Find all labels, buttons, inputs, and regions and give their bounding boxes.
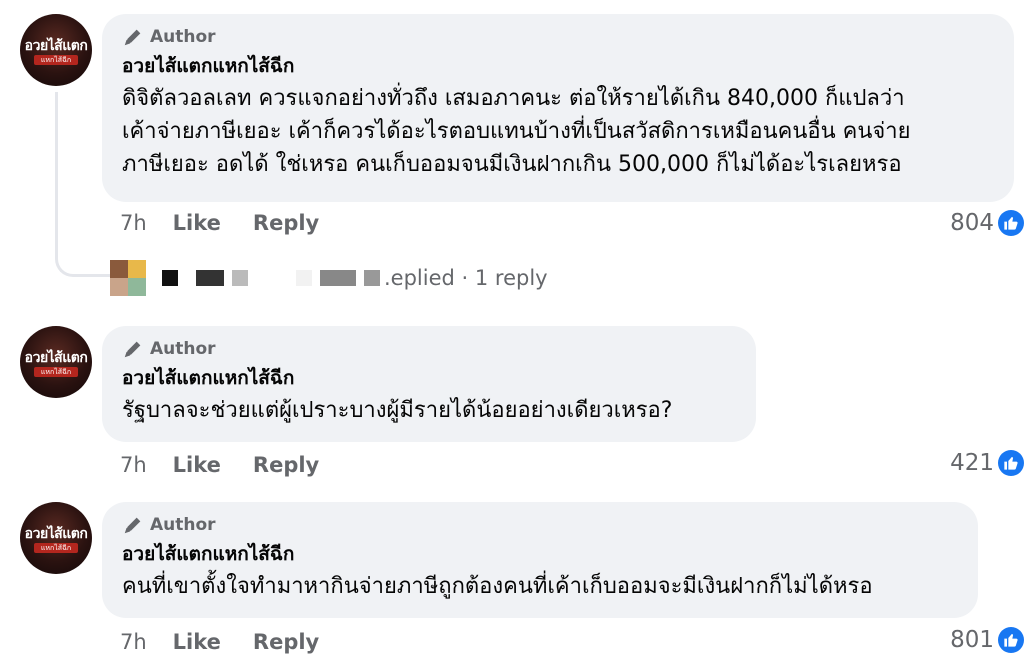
author-badge: Author <box>122 514 958 536</box>
like-button[interactable]: Like <box>173 453 221 477</box>
reaction-summary[interactable]: 804 <box>950 208 1024 238</box>
avatar[interactable]: อวยไส้แตก แหกไส้ฉีก <box>20 502 92 574</box>
comment-timestamp[interactable]: 7h <box>120 630 147 654</box>
comment-actions: 7h Like Reply <box>120 627 351 657</box>
avatar-logo-text: อวยไส้แตก <box>24 526 88 542</box>
comment-line: รัฐบาลจะช่วยแต่ผู้เปราะบางผู้มีรายได้น้อ… <box>122 398 673 423</box>
redacted-name-block <box>364 270 380 286</box>
reaction-summary[interactable]: 421 <box>950 448 1024 478</box>
like-icon <box>998 210 1024 236</box>
reaction-summary[interactable]: 801 <box>950 625 1024 655</box>
author-label: Author <box>150 339 216 359</box>
reply-avatar <box>110 260 146 296</box>
redacted-name-block <box>162 270 178 286</box>
comment-timestamp[interactable]: 7h <box>120 453 147 477</box>
comment-line: ดิจิตัลวอลเลท ควรแจกอย่างทั่วถึง เสมอภาค… <box>122 86 905 111</box>
avatar-logo-text: อวยไส้แตก <box>24 350 88 366</box>
like-icon <box>998 450 1024 476</box>
avatar-logo-subtext: แหกไส้ฉีก <box>34 55 78 65</box>
comment-actions: 7h Like Reply <box>120 208 351 238</box>
avatar-logo-subtext: แหกไส้ฉีก <box>34 543 78 553</box>
commenter-name[interactable]: อวยไส้แตกแหกไส้ฉีก <box>122 366 736 390</box>
like-button[interactable]: Like <box>173 630 221 654</box>
avatar-logo-subtext: แหกไส้ฉีก <box>34 367 78 377</box>
redacted-name-block <box>296 270 312 286</box>
comment-text: รัฐบาลจะช่วยแต่ผู้เปราะบางผู้มีรายได้น้อ… <box>122 394 736 427</box>
replies-count-text[interactable]: .eplied · 1 reply <box>384 266 548 290</box>
author-label: Author <box>150 27 216 47</box>
reaction-count: 421 <box>950 450 994 476</box>
reaction-count: 801 <box>950 627 994 653</box>
redacted-name-block <box>320 270 356 286</box>
pencil-icon <box>124 341 141 358</box>
comment-bubble: Author อวยไส้แตกแหกไส้ฉีก ดิจิตัลวอลเลท … <box>102 14 1014 202</box>
comment-line: เค้าจ่ายภาษีเยอะ เค้าก็ควรได้อะไรตอบแทนบ… <box>122 119 911 144</box>
reply-button[interactable]: Reply <box>253 453 319 477</box>
avatar-logo-text: อวยไส้แตก <box>24 38 88 54</box>
commenter-name[interactable]: อวยไส้แตกแหกไส้ฉีก <box>122 542 958 566</box>
comment-text: คนที่เขาตั้งใจทำมาหากินจ่ายภาษีถูกต้องคน… <box>122 570 958 603</box>
avatar[interactable]: อวยไส้แตก แหกไส้ฉีก <box>20 14 92 86</box>
reaction-count: 804 <box>950 210 994 236</box>
view-replies-row[interactable]: .eplied · 1 reply <box>110 258 548 298</box>
author-badge: Author <box>122 26 994 48</box>
avatar[interactable]: อวยไส้แตก แหกไส้ฉีก <box>20 326 92 398</box>
comment-line: คนที่เขาตั้งใจทำมาหากินจ่ายภาษีถูกต้องคน… <box>122 574 873 599</box>
comment-bubble: Author อวยไส้แตกแหกไส้ฉีก คนที่เขาตั้งใจ… <box>102 502 978 618</box>
comment-text: ดิจิตัลวอลเลท ควรแจกอย่างทั่วถึง เสมอภาค… <box>122 82 994 181</box>
comment-line: ภาษีเยอะ อดได้ ใช่เหรอ คนเก็บออมจนมีเงิน… <box>122 152 902 177</box>
reply-button[interactable]: Reply <box>253 211 319 235</box>
pencil-icon <box>124 517 141 534</box>
comment-actions: 7h Like Reply <box>120 450 351 480</box>
comment-bubble: Author อวยไส้แตกแหกไส้ฉีก รัฐบาลจะช่วยแต… <box>102 326 756 442</box>
redacted-name-block <box>196 270 224 286</box>
pencil-icon <box>124 29 141 46</box>
redacted-name-block <box>232 270 248 286</box>
author-label: Author <box>150 515 216 535</box>
like-icon <box>998 627 1024 653</box>
author-badge: Author <box>122 338 736 360</box>
commenter-name[interactable]: อวยไส้แตกแหกไส้ฉีก <box>122 54 994 78</box>
comment-timestamp[interactable]: 7h <box>120 211 147 235</box>
like-button[interactable]: Like <box>173 211 221 235</box>
reply-button[interactable]: Reply <box>253 630 319 654</box>
